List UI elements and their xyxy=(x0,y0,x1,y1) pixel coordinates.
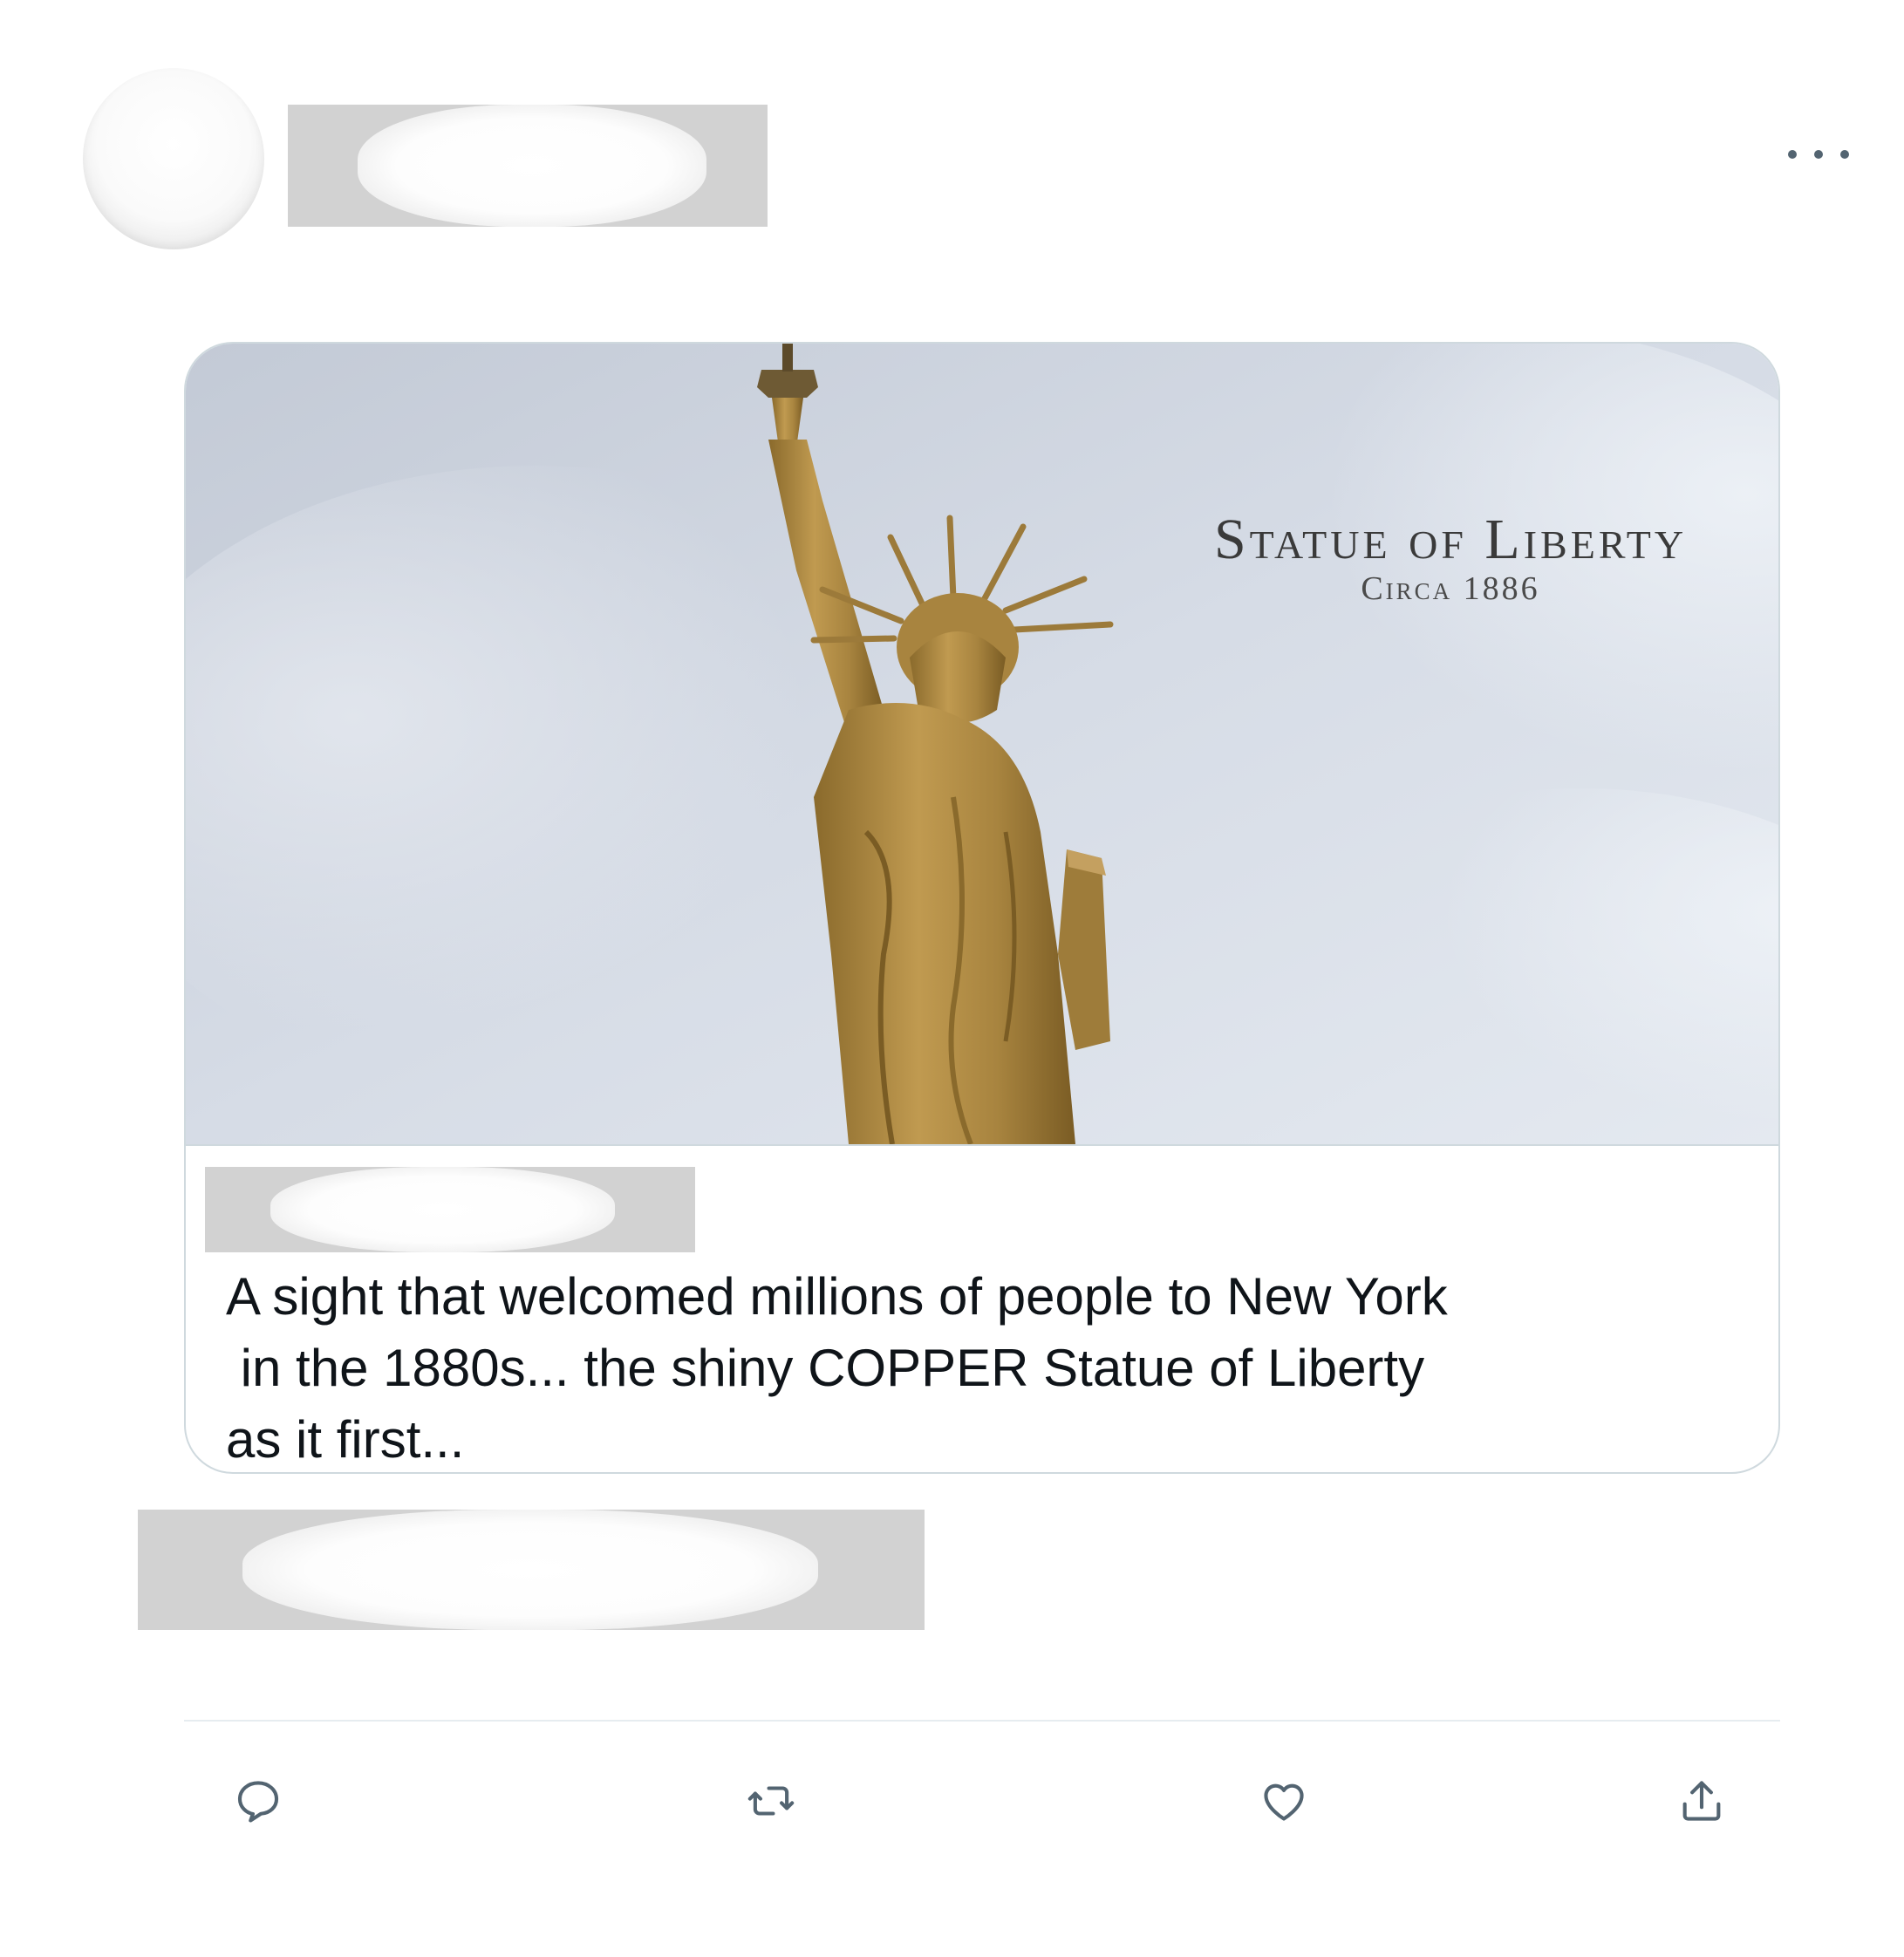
divider xyxy=(184,1720,1780,1722)
redacted-card-domain xyxy=(205,1167,695,1252)
more-options-icon[interactable] xyxy=(1788,145,1849,164)
image-title: Statue of Liberty xyxy=(1213,508,1688,571)
heart-icon xyxy=(1264,1783,1304,1821)
avatar[interactable] xyxy=(83,68,264,249)
like-button[interactable] xyxy=(1253,1770,1314,1831)
share-icon xyxy=(1682,1781,1721,1821)
retweet-button[interactable] xyxy=(740,1770,802,1831)
statue-of-liberty-image xyxy=(186,344,1778,1144)
link-card[interactable]: Statue of Liberty Circa 1886 A sight tha… xyxy=(184,342,1780,1474)
reply-button[interactable] xyxy=(228,1770,289,1831)
card-description-line: A sight that welcomed millions of people… xyxy=(226,1267,1448,1326)
card-description-line: in the 1880s... the shiny COPPER Statue … xyxy=(226,1339,1425,1397)
share-button[interactable] xyxy=(1671,1770,1732,1831)
retweet-icon xyxy=(747,1786,795,1816)
redacted-display-name xyxy=(288,105,768,227)
image-subtitle: Circa 1886 xyxy=(1361,570,1540,607)
redacted-timestamp xyxy=(138,1510,925,1630)
card-description-line: as it first... xyxy=(226,1410,465,1469)
reply-icon xyxy=(237,1781,279,1823)
card-description: A sight that welcomed millions of people… xyxy=(226,1261,1761,1472)
card-image: Statue of Liberty Circa 1886 xyxy=(186,344,1778,1146)
